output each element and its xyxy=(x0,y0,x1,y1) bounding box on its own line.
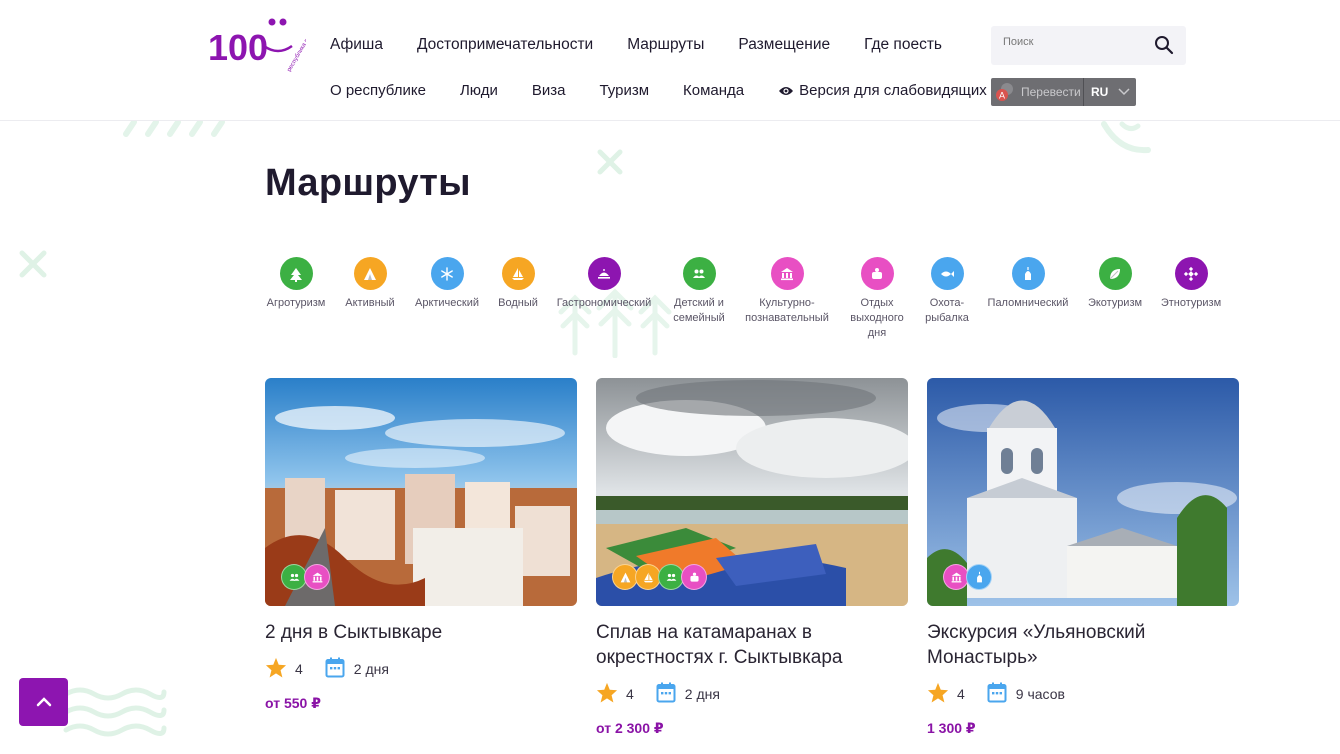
site-logo[interactable]: 100 республика коми xyxy=(206,16,315,73)
translate-icon: A xyxy=(991,78,1019,106)
category-label: Охота- рыбалка xyxy=(925,297,969,324)
accessibility-link[interactable]: Версия для слабовидящих xyxy=(778,82,987,99)
dish-icon xyxy=(587,257,621,290)
search-icon[interactable] xyxy=(1154,35,1174,60)
route-card[interactable]: 2 дня в Сыктывкаре 4 2 дня от 550 ₽ xyxy=(265,378,577,712)
translate-widget[interactable]: A Перевести RU xyxy=(991,78,1136,106)
eye-icon xyxy=(778,85,794,97)
route-duration: 2 дня xyxy=(353,661,389,677)
search-box xyxy=(991,26,1186,65)
route-image[interactable] xyxy=(927,378,1239,606)
category-label: Этнотуризм xyxy=(1160,297,1222,309)
leaf-icon xyxy=(1098,257,1132,290)
tent-icon xyxy=(353,257,387,290)
nav-item-tourism[interactable]: Туризм xyxy=(599,82,649,99)
star-icon xyxy=(596,682,618,706)
fishing-icon xyxy=(930,257,964,290)
museum-icon xyxy=(770,257,804,290)
chevron-down-icon[interactable] xyxy=(1118,88,1130,96)
route-duration: 9 часов xyxy=(1015,686,1065,702)
category-label: Водный xyxy=(498,297,538,309)
route-price: от 550 ₽ xyxy=(265,695,321,711)
church-icon xyxy=(1011,257,1045,290)
main-nav: Афиша Достопримечательности Маршруты Раз… xyxy=(330,36,976,54)
route-categories: Агротуризм Активный Арктический Водный Гастр… xyxy=(0,257,1340,347)
nav-item-people[interactable]: Люди xyxy=(460,82,498,99)
category-label: Детский и семейный xyxy=(673,297,725,324)
logo-caption: республика коми xyxy=(287,29,306,72)
decor-wave xyxy=(1101,121,1151,154)
site-header: 100 республика коми Афиша Достопримечате… xyxy=(0,0,1340,121)
route-rating: 4 xyxy=(957,686,965,702)
sailboat-icon xyxy=(501,257,535,290)
route-badges xyxy=(943,564,992,590)
route-title[interactable]: Экскурсия «Ульяновский Монастырь» xyxy=(927,620,1239,670)
nav-item-sights[interactable]: Достопримечательности xyxy=(417,36,593,54)
nav-item-routes[interactable]: Маршруты xyxy=(627,36,704,54)
route-duration: 2 дня xyxy=(684,686,720,702)
nav-item-about[interactable]: О республике xyxy=(330,82,426,99)
language-select[interactable]: RU xyxy=(1091,85,1108,99)
route-title[interactable]: 2 дня в Сыктывкаре xyxy=(265,620,577,645)
route-card[interactable]: Сплав на катамаранах в окрестностях г. С… xyxy=(596,378,908,737)
calendar-icon xyxy=(656,682,676,706)
category-item[interactable]: Этнотуризм xyxy=(1131,257,1251,311)
category-label: Гастрономический xyxy=(556,297,652,309)
chevron-up-icon xyxy=(36,697,51,707)
decor-waves xyxy=(63,687,167,737)
decor-stripes xyxy=(123,119,225,137)
nav-item-afisha[interactable]: Афиша xyxy=(330,36,383,54)
accessibility-label: Версия для слабовидящих xyxy=(799,82,987,99)
nav-item-visa[interactable]: Виза xyxy=(532,82,566,99)
star-icon xyxy=(927,682,949,706)
secondary-nav: О республике Люди Виза Туризм Команда Ве… xyxy=(330,82,1021,99)
ornament-icon xyxy=(1174,257,1208,290)
route-badges xyxy=(612,564,707,590)
logo-numerals: 100 xyxy=(208,27,268,68)
scroll-top-button[interactable] xyxy=(19,678,68,726)
translate-divider xyxy=(1083,78,1084,106)
church-icon xyxy=(966,564,992,590)
search-input[interactable] xyxy=(1003,36,1143,48)
calendar-icon xyxy=(987,682,1007,706)
nav-item-accommodation[interactable]: Размещение xyxy=(738,36,830,54)
museum-icon xyxy=(304,564,330,590)
route-meta: 4 9 часов xyxy=(927,682,1239,706)
route-price: 1 300 ₽ xyxy=(927,720,976,736)
route-image[interactable] xyxy=(596,378,908,606)
translate-label: Перевести xyxy=(1021,85,1081,99)
route-card[interactable]: Экскурсия «Ульяновский Монастырь» 4 9 часо… xyxy=(927,378,1239,737)
route-price: от 2 300 ₽ xyxy=(596,720,664,736)
route-meta: 4 2 дня xyxy=(596,682,908,706)
route-image[interactable] xyxy=(265,378,577,606)
nav-item-food[interactable]: Где поесть xyxy=(864,36,942,54)
decor-cross xyxy=(597,149,623,175)
route-title[interactable]: Сплав на катамаранах в окрестностях г. С… xyxy=(596,620,908,670)
tree-icon xyxy=(279,257,313,290)
weekend-icon xyxy=(681,564,707,590)
page-title: Маршруты xyxy=(265,162,471,204)
route-meta: 4 2 дня xyxy=(265,657,577,681)
star-icon xyxy=(265,657,287,681)
route-rating: 4 xyxy=(626,686,634,702)
svg-text:A: A xyxy=(999,91,1005,101)
family-icon xyxy=(682,257,716,290)
calendar-icon xyxy=(325,657,345,681)
route-rating: 4 xyxy=(295,661,303,677)
route-badges xyxy=(281,564,330,590)
nav-item-team[interactable]: Команда xyxy=(683,82,744,99)
